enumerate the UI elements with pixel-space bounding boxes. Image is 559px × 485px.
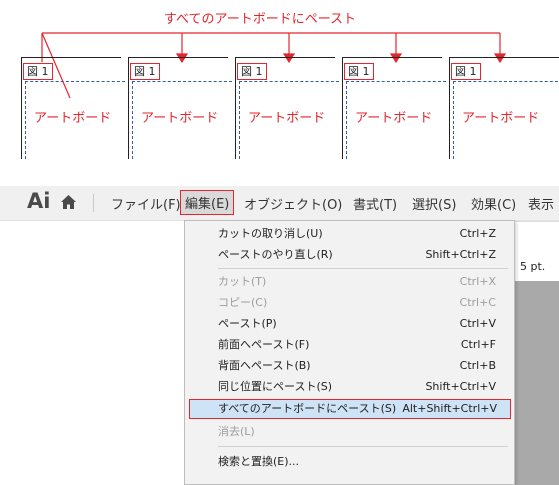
home-icon[interactable] xyxy=(60,194,77,211)
menu-bar: Ai ファイル(F) 編集(E) オブジェクト(O) 書式(T) 選択(S) 効… xyxy=(0,186,559,221)
app-logo: Ai xyxy=(27,189,51,213)
menu-item-paste-on-all-artboards[interactable]: すべてのアートボードにペースト(S) Alt+Shift+Ctrl+V xyxy=(189,399,511,419)
canvas-pasteboard xyxy=(514,281,559,485)
menu-item-shortcut: Ctrl+F xyxy=(460,338,496,351)
menu-item-shortcut: Ctrl+Z xyxy=(459,227,496,240)
menu-item-label: 検索と置換(E)... xyxy=(218,455,300,468)
menu-item-undo[interactable]: カットの取り消し(U) Ctrl+Z xyxy=(185,224,514,244)
menu-item-label: カット(T) xyxy=(218,275,267,288)
menu-item-redo[interactable]: ペーストのやり直し(R) Shift+Ctrl+Z xyxy=(185,245,514,265)
figure-label: 図 1 xyxy=(130,63,160,80)
menu-item-label: 同じ位置にペースト(S) xyxy=(218,380,333,393)
menu-item-clear[interactable]: 消去(L) xyxy=(185,422,514,442)
menu-item-label: ペースト(P) xyxy=(218,317,277,330)
edit-menu-dropdown: カットの取り消し(U) Ctrl+Z ペーストのやり直し(R) Shift+Ct… xyxy=(184,220,515,485)
figure-label: 図 1 xyxy=(23,63,53,80)
menu-effect[interactable]: 効果(C) xyxy=(471,194,516,213)
artboard-4: 図 1 アートボード xyxy=(342,57,446,159)
menu-item-label: 前面へペースト(F) xyxy=(218,338,310,351)
menu-item-shortcut: Alt+Shift+Ctrl+V xyxy=(402,402,497,415)
menu-item-shortcut: Ctrl+C xyxy=(459,296,496,309)
artboard-label: アートボード xyxy=(34,111,112,126)
menu-item-shortcut: Shift+Ctrl+Z xyxy=(425,248,496,261)
menu-object[interactable]: オブジェクト(O) xyxy=(244,194,342,213)
menu-item-shortcut: Ctrl+X xyxy=(459,275,496,288)
menu-view[interactable]: 表示 xyxy=(528,194,554,213)
menu-item-shortcut: Shift+Ctrl+V xyxy=(425,380,496,393)
artboard-1: 図 1 アートボード xyxy=(21,57,125,159)
menu-divider xyxy=(93,194,94,212)
menu-item-shortcut: Ctrl+B xyxy=(459,359,496,372)
menu-item-label: カットの取り消し(U) xyxy=(218,227,323,240)
artboard-label: アートボード xyxy=(141,111,219,126)
menu-item-paste-in-place[interactable]: 同じ位置にペースト(S) Shift+Ctrl+V xyxy=(185,377,514,397)
menu-item-label: すべてのアートボードにペースト(S) xyxy=(218,402,397,415)
menu-item-label: ペーストのやり直し(R) xyxy=(218,248,333,261)
figure-label: 図 1 xyxy=(237,63,267,80)
menu-item-label: 背面へペースト(B) xyxy=(218,359,311,372)
menu-item-shortcut: Ctrl+V xyxy=(459,317,496,330)
menu-item-cut[interactable]: カット(T) Ctrl+X xyxy=(185,272,514,292)
menu-separator xyxy=(218,268,508,269)
artboard-3: 図 1 アートボード xyxy=(235,57,339,159)
menu-item-copy[interactable]: コピー(C) Ctrl+C xyxy=(185,293,514,313)
menu-item-paste-in-front[interactable]: 前面へペースト(F) Ctrl+F xyxy=(185,335,514,355)
artboard-label: アートボード xyxy=(355,111,433,126)
menu-item-label: コピー(C) xyxy=(218,296,268,309)
menu-select[interactable]: 選択(S) xyxy=(412,194,456,213)
artboard-5: 図 1 アートボード xyxy=(449,57,559,159)
menu-item-label: 消去(L) xyxy=(218,425,255,438)
menu-item-paste-in-back[interactable]: 背面へペースト(B) Ctrl+B xyxy=(185,356,514,376)
menu-item-find-replace[interactable]: 検索と置換(E)... xyxy=(185,452,514,472)
paste-diagram: すべてのアートボードにペースト 図 1 アートボード 図 1 アートボード 図 … xyxy=(0,0,559,165)
figure-label: 図 1 xyxy=(451,63,481,80)
stroke-weight-field[interactable]: 5 pt. xyxy=(514,256,559,278)
artboard-label: アートボード xyxy=(462,111,540,126)
menu-file[interactable]: ファイル(F) xyxy=(111,194,181,213)
artboard-label: アートボード xyxy=(248,111,326,126)
menu-item-paste[interactable]: ペースト(P) Ctrl+V xyxy=(185,314,514,334)
figure-label: 図 1 xyxy=(344,63,374,80)
menu-type[interactable]: 書式(T) xyxy=(353,194,397,213)
artboard-2: 図 1 アートボード xyxy=(128,57,232,159)
menu-separator xyxy=(218,446,508,447)
menu-edit[interactable]: 編集(E) xyxy=(179,190,235,215)
